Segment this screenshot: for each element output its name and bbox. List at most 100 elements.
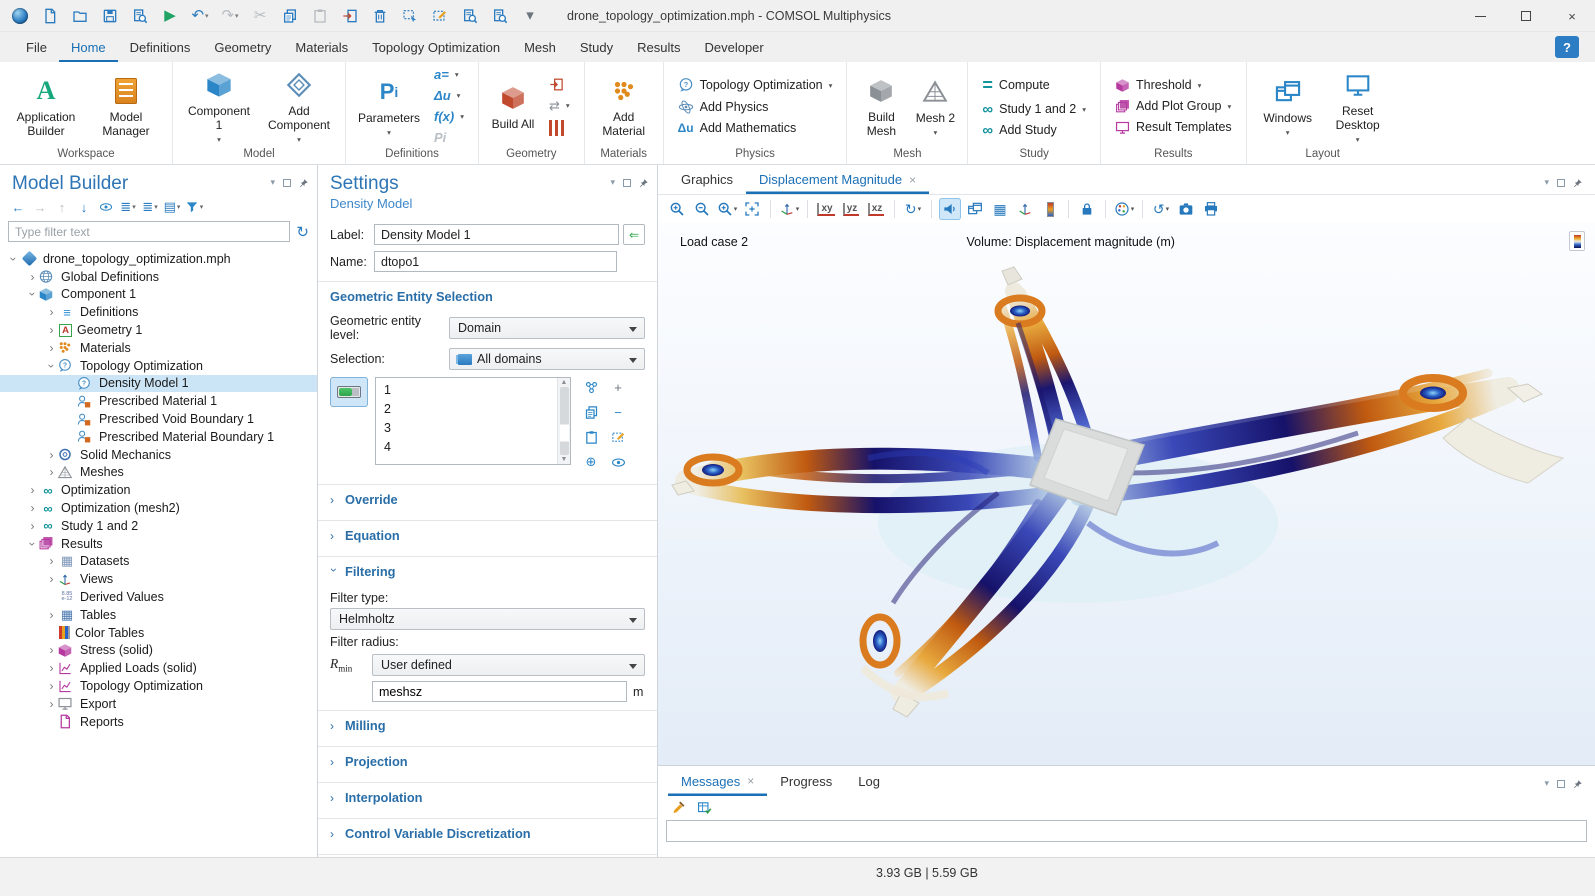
tab-progress[interactable]: Progress [767, 766, 845, 796]
view-xy-button[interactable]: xy [815, 198, 837, 220]
graphics-canvas[interactable]: Load case 2 Volume: Displacement magnitu… [658, 223, 1595, 765]
tree-item-drone-topology-optimization-mph[interactable]: ›drone_topology_optimization.mph [0, 250, 317, 268]
tree-item-reports[interactable]: Reports [0, 713, 317, 731]
zoom-in-button[interactable] [666, 198, 688, 220]
domain-list[interactable]: 1234 ▲▼ [375, 377, 571, 465]
tree-item-datasets[interactable]: ›▦Datasets [0, 553, 317, 571]
collapse-all-button[interactable]: ≣▾ [140, 197, 160, 217]
image-snapshot-button[interactable] [1175, 198, 1197, 220]
tree-item-study-1-and-2[interactable]: ›∞Study 1 and 2 [0, 517, 317, 535]
list-scrollbar[interactable]: ▲▼ [557, 378, 570, 464]
filter-type-select[interactable]: Helmholtz [330, 608, 645, 630]
create-selection-button[interactable] [578, 377, 604, 397]
section-override[interactable]: ›Override [318, 485, 657, 514]
save-as-button[interactable] [126, 3, 154, 29]
windows-button[interactable]: Windows▾ [1255, 71, 1321, 142]
section-milling[interactable]: ›Milling [318, 711, 657, 740]
study-button[interactable]: ∞Study 1 and 2▾ [976, 100, 1092, 119]
clear-selection-button[interactable] [426, 3, 454, 29]
tree-item-meshes[interactable]: ›Meshes [0, 464, 317, 482]
entity-level-select[interactable]: Domain [449, 317, 645, 339]
add-study-button[interactable]: ∞Add Study [976, 121, 1092, 140]
variables-button[interactable]: a=▾ [428, 65, 470, 84]
menu-developer[interactable]: Developer [692, 32, 775, 62]
color-legend-button[interactable] [1039, 198, 1061, 220]
model-tree-nodes-button[interactable]: ▤▾ [162, 197, 182, 217]
copy-button[interactable] [276, 3, 304, 29]
tree-item-derived-values[interactable]: 8.85 e-12Derived Values [0, 588, 317, 606]
pin-panel-icon[interactable] [1573, 779, 1583, 789]
float-panel-icon[interactable] [1557, 179, 1565, 187]
tab-log[interactable]: Log [845, 766, 893, 796]
help-button[interactable]: ? [1555, 36, 1579, 58]
tree-item-geometry-1[interactable]: ›AGeometry 1 [0, 321, 317, 339]
tree-item-views[interactable]: ›Views [0, 570, 317, 588]
mesh-button[interactable]: Mesh 2▾ [911, 71, 959, 142]
component-button[interactable]: Component 1▾ [181, 64, 257, 148]
add-component-button[interactable]: Add Component▾ [261, 64, 337, 148]
chevron-collapsed-icon[interactable]: › [25, 501, 40, 515]
show-axes-button[interactable] [1014, 198, 1036, 220]
domain-list-item[interactable]: 2 [376, 399, 557, 418]
scroll-thumb[interactable] [560, 387, 569, 455]
new-file-button[interactable] [36, 3, 64, 29]
model-manager-button[interactable]: Model Manager [88, 70, 164, 142]
menu-file[interactable]: File [14, 32, 59, 62]
chevron-expanded-icon[interactable]: › [26, 287, 40, 302]
tree-item-tables[interactable]: ›▦Tables [0, 606, 317, 624]
zoom-out-button[interactable] [691, 198, 713, 220]
show-grid-button[interactable]: ▦ [989, 198, 1011, 220]
insert-sequence-button[interactable] [543, 75, 576, 94]
tree-item-component-1[interactable]: ›Component 1 [0, 286, 317, 304]
add-plot-group-button[interactable]: Add Plot Group▾ [1109, 97, 1238, 116]
update-plot-button[interactable]: ↺▾ [1150, 198, 1172, 220]
pin-panel-icon[interactable] [639, 178, 649, 188]
active-selection-toggle[interactable] [330, 377, 368, 407]
open-file-button[interactable] [66, 3, 94, 29]
filter-button[interactable]: ▾ [184, 197, 204, 217]
update-geometry-button[interactable]: ⇄▾ [543, 96, 576, 116]
section-equation[interactable]: ›Equation [318, 521, 657, 550]
paste-selection-button[interactable] [578, 427, 604, 447]
menu-materials[interactable]: Materials [283, 32, 360, 62]
chevron-collapsed-icon[interactable]: › [25, 483, 40, 497]
collapse-panel-icon[interactable]: ▾ [1544, 177, 1549, 188]
tree-item-solid-mechanics[interactable]: ›Solid Mechanics [0, 446, 317, 464]
collapse-panel-icon[interactable]: ▾ [270, 177, 275, 188]
tree-item-prescribed-material-1[interactable]: Prescribed Material 1 [0, 392, 317, 410]
functions-button[interactable]: f(x)▾ [428, 107, 470, 126]
selection-select[interactable]: All domains [449, 348, 645, 370]
run-button[interactable]: ▶ [156, 3, 184, 29]
tab-graphics[interactable]: Graphics [668, 165, 746, 194]
result-templates-button[interactable]: Result Templates [1109, 118, 1238, 137]
build-mesh-button[interactable]: Build Mesh [855, 70, 907, 142]
domain-list-item[interactable]: 1 [376, 380, 557, 399]
toggle-visibility-button[interactable] [605, 452, 631, 472]
pin-panel-icon[interactable] [1573, 178, 1583, 188]
section-interpolation[interactable]: ›Interpolation [318, 783, 657, 812]
clear-selection-button[interactable] [605, 427, 631, 447]
view-lock-button[interactable] [1076, 198, 1098, 220]
tab-messages[interactable]: Messages× [668, 766, 767, 796]
parameter-case-button[interactable]: Pi [428, 128, 470, 147]
chevron-collapsed-icon[interactable]: › [25, 519, 40, 533]
menu-definitions[interactable]: Definitions [118, 32, 203, 62]
filter-input[interactable] [8, 221, 290, 242]
pin-panel-icon[interactable] [299, 178, 309, 188]
move-down-button[interactable]: ↓ [74, 197, 94, 217]
collapse-panel-icon[interactable]: ▾ [610, 177, 615, 188]
delete-button[interactable] [366, 3, 394, 29]
chevron-expanded-icon[interactable]: › [26, 536, 40, 551]
select-box-button[interactable] [396, 3, 424, 29]
tree-item-prescribed-void-boundary-1[interactable]: Prescribed Void Boundary 1 [0, 410, 317, 428]
application-builder-button[interactable]: A Application Builder [8, 70, 84, 142]
zoom-box-button[interactable]: ▾ [716, 198, 738, 220]
messages-log-area[interactable] [666, 820, 1587, 842]
move-up-button[interactable]: ↑ [52, 197, 72, 217]
chevron-collapsed-icon[interactable]: › [44, 608, 59, 622]
tree-item-optimization-mesh2[interactable]: ›∞Optimization (mesh2) [0, 499, 317, 517]
tab-displacement-magnitude[interactable]: Displacement Magnitude× [746, 165, 929, 194]
add-material-button[interactable]: Add Material [593, 70, 655, 142]
color-legend-toggle[interactable] [1569, 231, 1585, 251]
name-field[interactable] [374, 251, 617, 272]
